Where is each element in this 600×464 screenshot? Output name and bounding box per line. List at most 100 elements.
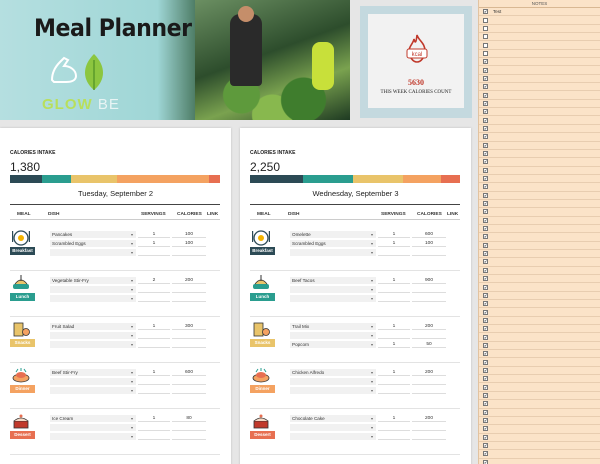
- servings-cell[interactable]: [138, 433, 170, 440]
- dish-select[interactable]: ▾: [50, 249, 136, 256]
- dropdown-arrow-icon[interactable]: ▾: [131, 249, 133, 256]
- dish-select[interactable]: ▾: [290, 433, 376, 440]
- note-checkbox[interactable]: ✔: [483, 184, 488, 190]
- note-checkbox[interactable]: ✔: [483, 226, 488, 232]
- note-checkbox[interactable]: ✔: [483, 426, 488, 432]
- note-checkbox[interactable]: [483, 50, 488, 56]
- dish-select[interactable]: ▾: [290, 387, 376, 394]
- servings-cell[interactable]: [138, 249, 170, 256]
- servings-cell[interactable]: [138, 387, 170, 394]
- note-checkbox[interactable]: ✔: [483, 242, 488, 248]
- servings-cell[interactable]: 1: [378, 240, 410, 247]
- note-checkbox[interactable]: ✔: [483, 367, 488, 373]
- note-checkbox[interactable]: ✔: [483, 309, 488, 315]
- servings-cell[interactable]: 1: [378, 415, 410, 422]
- dish-select[interactable]: ▾: [290, 249, 376, 256]
- dish-select[interactable]: ▾: [50, 332, 136, 339]
- note-checkbox[interactable]: [483, 25, 488, 31]
- dropdown-arrow-icon[interactable]: ▾: [371, 286, 373, 293]
- dropdown-arrow-icon[interactable]: ▾: [131, 378, 133, 385]
- dish-select[interactable]: Pancakes ▾: [50, 231, 136, 238]
- note-checkbox[interactable]: ✔: [483, 267, 488, 273]
- dish-select[interactable]: Fruit Salad ▾: [50, 323, 136, 330]
- note-checkbox[interactable]: ✔: [483, 209, 488, 215]
- dropdown-arrow-icon[interactable]: ▾: [131, 369, 133, 376]
- dropdown-arrow-icon[interactable]: ▾: [131, 332, 133, 339]
- note-checkbox[interactable]: ✔: [483, 376, 488, 382]
- note-checkbox[interactable]: ✔: [483, 418, 488, 424]
- servings-cell[interactable]: [378, 249, 410, 256]
- note-checkbox[interactable]: ✔: [483, 167, 488, 173]
- dish-select[interactable]: ▾: [50, 387, 136, 394]
- note-checkbox[interactable]: ✔: [483, 109, 488, 115]
- servings-cell[interactable]: [378, 378, 410, 385]
- note-checkbox[interactable]: ✔: [483, 217, 488, 223]
- dropdown-arrow-icon[interactable]: ▾: [371, 415, 373, 422]
- note-checkbox[interactable]: ✔: [483, 443, 488, 449]
- servings-cell[interactable]: [378, 286, 410, 293]
- note-checkbox[interactable]: ✔: [483, 67, 488, 73]
- servings-cell[interactable]: 1: [138, 415, 170, 422]
- servings-cell[interactable]: [378, 295, 410, 302]
- dropdown-arrow-icon[interactable]: ▾: [371, 231, 373, 238]
- dropdown-arrow-icon[interactable]: ▾: [371, 332, 373, 339]
- servings-cell[interactable]: 1: [138, 240, 170, 247]
- note-checkbox[interactable]: ✔: [483, 434, 488, 440]
- dropdown-arrow-icon[interactable]: ▾: [371, 378, 373, 385]
- note-text[interactable]: Test: [493, 9, 501, 14]
- dropdown-arrow-icon[interactable]: ▾: [131, 231, 133, 238]
- dropdown-arrow-icon[interactable]: ▾: [131, 341, 133, 348]
- servings-cell[interactable]: [378, 332, 410, 339]
- servings-cell[interactable]: [138, 424, 170, 431]
- dropdown-arrow-icon[interactable]: ▾: [131, 295, 133, 302]
- dish-select[interactable]: ▾: [290, 424, 376, 431]
- dropdown-arrow-icon[interactable]: ▾: [371, 387, 373, 394]
- servings-cell[interactable]: 1: [378, 323, 410, 330]
- note-checkbox[interactable]: ✔: [483, 92, 488, 98]
- note-checkbox[interactable]: ✔: [483, 159, 488, 165]
- dropdown-arrow-icon[interactable]: ▾: [371, 341, 373, 348]
- note-checkbox[interactable]: ✔: [483, 292, 488, 298]
- dropdown-arrow-icon[interactable]: ▾: [131, 387, 133, 394]
- dropdown-arrow-icon[interactable]: ▾: [371, 424, 373, 431]
- servings-cell[interactable]: 2: [138, 277, 170, 284]
- note-checkbox[interactable]: ✔: [483, 384, 488, 390]
- servings-cell[interactable]: 1: [378, 369, 410, 376]
- servings-cell[interactable]: [138, 295, 170, 302]
- note-checkbox[interactable]: ✔: [483, 259, 488, 265]
- dish-select[interactable]: Ice Cream ▾: [50, 415, 136, 422]
- dropdown-arrow-icon[interactable]: ▾: [131, 323, 133, 330]
- note-checkbox[interactable]: ✔: [483, 234, 488, 240]
- dish-select[interactable]: ▾: [50, 286, 136, 293]
- note-checkbox[interactable]: ✔: [483, 201, 488, 207]
- note-checkbox[interactable]: ✔: [483, 117, 488, 123]
- note-checkbox[interactable]: ✔: [483, 392, 488, 398]
- dish-select[interactable]: Beef Stir-Fry ▾: [50, 369, 136, 376]
- servings-cell[interactable]: 1: [378, 277, 410, 284]
- servings-cell[interactable]: 1: [138, 323, 170, 330]
- note-checkbox[interactable]: ✔: [483, 326, 488, 332]
- dropdown-arrow-icon[interactable]: ▾: [371, 369, 373, 376]
- note-checkbox[interactable]: ✔: [483, 409, 488, 415]
- note-checkbox[interactable]: ✔: [483, 9, 488, 15]
- note-checkbox[interactable]: ✔: [483, 59, 488, 65]
- dish-select[interactable]: Scrambled Eggs ▾: [290, 240, 376, 247]
- servings-cell[interactable]: 1: [138, 231, 170, 238]
- note-checkbox[interactable]: ✔: [483, 342, 488, 348]
- servings-cell[interactable]: [378, 424, 410, 431]
- dropdown-arrow-icon[interactable]: ▾: [131, 424, 133, 431]
- dish-select[interactable]: Vegetable Stir-Fry ▾: [50, 277, 136, 284]
- dish-select[interactable]: ▾: [50, 433, 136, 440]
- servings-cell[interactable]: [378, 387, 410, 394]
- note-checkbox[interactable]: ✔: [483, 192, 488, 198]
- note-checkbox[interactable]: ✔: [483, 251, 488, 257]
- note-checkbox[interactable]: [483, 17, 488, 23]
- dish-select[interactable]: Chocolate Cake ▾: [290, 415, 376, 422]
- dish-select[interactable]: ▾: [50, 378, 136, 385]
- note-checkbox[interactable]: ✔: [483, 351, 488, 357]
- dropdown-arrow-icon[interactable]: ▾: [131, 433, 133, 440]
- dish-select[interactable]: Omelette ▾: [290, 231, 376, 238]
- note-checkbox[interactable]: [483, 34, 488, 40]
- servings-cell[interactable]: [378, 433, 410, 440]
- dish-select[interactable]: Trail Mix ▾: [290, 323, 376, 330]
